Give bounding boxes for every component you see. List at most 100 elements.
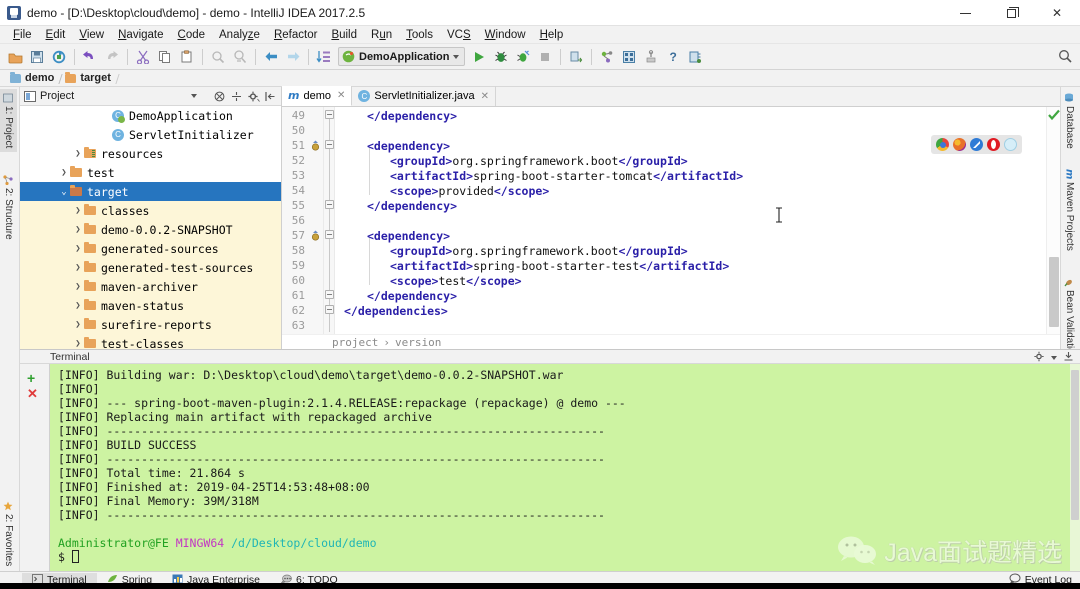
close-tab-icon[interactable]: ✕ — [337, 90, 345, 101]
tree-item-test-classes[interactable]: ❯ test-classes — [20, 334, 281, 349]
tree-item-generated-test-sources[interactable]: ❯ generated-test-sources — [20, 258, 281, 277]
database-button[interactable] — [684, 46, 706, 68]
sort-icon[interactable] — [313, 46, 335, 68]
redo-icon[interactable] — [101, 46, 123, 68]
breadcrumb-segment[interactable]: project — [332, 336, 378, 349]
editor-scrollbar[interactable] — [1046, 107, 1060, 334]
tree-arrow-collapsed-icon[interactable]: ❯ — [72, 300, 84, 312]
maximize-button[interactable] — [988, 0, 1034, 26]
sidebar-item-maven-projects[interactable]: m Maven Projects — [1061, 165, 1078, 255]
edge-icon[interactable] — [970, 138, 983, 151]
open-icon[interactable] — [4, 46, 26, 68]
fold-toggle-icon[interactable] — [325, 290, 334, 299]
menu-file[interactable]: File — [6, 26, 39, 44]
fold-toggle-icon[interactable] — [325, 110, 334, 119]
hide-panel-icon[interactable] — [264, 90, 277, 103]
replace-icon[interactable] — [229, 46, 251, 68]
tab-servletinitializer-java[interactable]: C ServletInitializer.java ✕ — [352, 86, 497, 106]
tree-arrow-collapsed-icon[interactable]: ❯ — [72, 224, 84, 236]
forward-icon[interactable] — [282, 46, 304, 68]
menu-window[interactable]: Window — [478, 26, 533, 44]
tree-arrow-collapsed-icon[interactable]: ❯ — [72, 243, 84, 255]
tree-arrow-collapsed-icon[interactable]: ❯ — [72, 262, 84, 274]
tree-item-resources[interactable]: ❯ resources — [20, 144, 281, 163]
terminal-output[interactable]: [INFO] Building war: D:\Desktop\cloud\de… — [50, 364, 1070, 571]
terminal-body[interactable]: + ✕ [INFO] Building war: D:\Desktop\clou… — [20, 364, 1080, 571]
settings-button[interactable] — [618, 46, 640, 68]
code-editor[interactable]: 49 50 51 52 53 54 55 56 57 58 59 60 61 6… — [282, 107, 1060, 334]
chevron-down-icon[interactable] — [1051, 356, 1057, 360]
breadcrumb-segment[interactable]: version — [395, 336, 441, 349]
collapse-all-icon[interactable] — [213, 90, 226, 103]
tree-item-demoapplication[interactable]: C DemoApplication — [20, 106, 281, 125]
scrollbar-thumb[interactable] — [1071, 370, 1079, 520]
fold-toggle-icon[interactable] — [325, 230, 334, 239]
fold-toggle-icon[interactable] — [325, 140, 334, 149]
tab-demo-pom[interactable]: m demo ✕ — [282, 86, 353, 106]
sidebar-item-structure[interactable]: 2: Structure — [0, 171, 17, 244]
save-all-icon[interactable] — [26, 46, 48, 68]
tree-item-classes[interactable]: ❯ classes — [20, 201, 281, 220]
run-coverage-button[interactable] — [512, 46, 534, 68]
tree-item-test[interactable]: ❯ test — [20, 163, 281, 182]
tree-arrow-collapsed-icon[interactable]: ❯ — [72, 338, 84, 350]
help-button[interactable]: ? — [662, 46, 684, 68]
tree-arrow-collapsed-icon[interactable]: ❯ — [72, 281, 84, 293]
chrome-icon[interactable] — [936, 138, 949, 151]
tree-arrow-expanded-icon[interactable]: ⌄ — [58, 186, 70, 198]
opera-icon[interactable] — [987, 138, 1000, 151]
breadcrumb-demo[interactable]: demo — [8, 71, 61, 84]
find-icon[interactable] — [207, 46, 229, 68]
terminal-scrollbar[interactable] — [1070, 364, 1080, 571]
menu-view[interactable]: View — [72, 26, 111, 44]
chevron-down-icon[interactable] — [453, 54, 460, 59]
editor-breadcrumb[interactable]: project › version — [282, 334, 1060, 349]
menu-navigate[interactable]: Navigate — [111, 26, 170, 44]
project-structure-button[interactable] — [596, 46, 618, 68]
settings-gear-icon[interactable] — [1034, 351, 1045, 365]
sdk-button[interactable] — [640, 46, 662, 68]
minimize-button[interactable] — [942, 0, 988, 26]
menu-tools[interactable]: Tools — [399, 26, 440, 44]
dependency-marker-icon[interactable] — [310, 230, 321, 241]
code-text-area[interactable]: </dependency> <dependency> <groupId>org.… — [335, 107, 1046, 334]
tree-item-demo-snapshot[interactable]: ❯ demo-0.0.2-SNAPSHOT — [20, 220, 281, 239]
editor-gutter[interactable]: 49 50 51 52 53 54 55 56 57 58 59 60 61 6… — [282, 107, 324, 334]
tree-item-servletinitializer[interactable]: C ServletInitializer — [20, 125, 281, 144]
menu-build[interactable]: Build — [324, 26, 364, 44]
cut-icon[interactable] — [132, 46, 154, 68]
menu-vcs[interactable]: VCS — [440, 26, 478, 44]
menu-analyze[interactable]: Analyze — [212, 26, 267, 44]
sidebar-item-database[interactable]: Database — [1061, 89, 1078, 153]
breadcrumb-target[interactable]: target — [63, 71, 118, 84]
chevron-down-icon[interactable] — [191, 94, 197, 98]
close-session-button[interactable]: ✕ — [27, 386, 38, 402]
close-button[interactable]: ✕ — [1034, 0, 1080, 26]
safari-icon[interactable] — [1004, 138, 1017, 151]
tree-arrow-collapsed-icon[interactable]: ❯ — [72, 205, 84, 217]
expand-all-icon[interactable] — [230, 90, 243, 103]
fold-toggle-icon[interactable] — [325, 305, 334, 314]
tree-item-target[interactable]: ⌄ target — [20, 182, 281, 201]
paste-icon[interactable] — [176, 46, 198, 68]
sidebar-item-project[interactable]: 1: Project — [0, 89, 17, 153]
close-tab-icon[interactable]: ✕ — [481, 91, 489, 102]
stop-button[interactable] — [534, 46, 556, 68]
undo-icon[interactable] — [79, 46, 101, 68]
hide-terminal-icon[interactable] — [1063, 351, 1074, 365]
search-everywhere-icon[interactable] — [1058, 49, 1072, 66]
new-session-button[interactable]: + — [27, 370, 35, 386]
browser-preview-bar[interactable] — [931, 135, 1022, 154]
tree-item-maven-status[interactable]: ❯ maven-status — [20, 296, 281, 315]
tree-item-maven-archiver[interactable]: ❯ maven-archiver — [20, 277, 281, 296]
sync-icon[interactable] — [48, 46, 70, 68]
settings-gear-icon[interactable] — [247, 90, 260, 103]
copy-icon[interactable] — [154, 46, 176, 68]
editor-fold-column[interactable] — [324, 107, 335, 334]
run-button[interactable] — [468, 46, 490, 68]
menu-refactor[interactable]: Refactor — [267, 26, 324, 44]
sidebar-item-favorites[interactable]: 2: Favorites — [0, 497, 17, 570]
tree-arrow-collapsed-icon[interactable]: ❯ — [72, 148, 84, 160]
back-icon[interactable] — [260, 46, 282, 68]
tree-item-surefire-reports[interactable]: ❯ surefire-reports — [20, 315, 281, 334]
